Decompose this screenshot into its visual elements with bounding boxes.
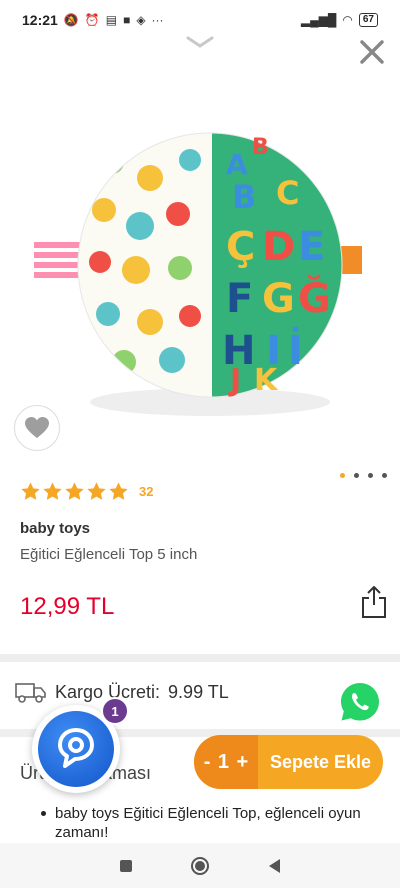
recent-apps-button[interactable] [119, 859, 132, 872]
wifi-icon: ◠ [342, 13, 353, 27]
svg-text:Ğ: Ğ [298, 274, 331, 322]
pager-dot[interactable] [382, 473, 387, 478]
quantity-stepper: - 1 + [194, 735, 258, 789]
rating[interactable]: 32 [20, 481, 153, 502]
svg-text:C: C [276, 174, 299, 212]
pager-dot[interactable] [354, 473, 359, 478]
chat-badge: 1 [101, 697, 129, 725]
status-time: 12:21 [22, 12, 58, 28]
home-button[interactable] [191, 856, 210, 875]
truck-icon [15, 683, 46, 703]
battery-icon: 67 [358, 13, 378, 27]
news-icon: ▤ [105, 13, 118, 27]
star-icon [87, 482, 106, 500]
close-icon[interactable] [356, 36, 388, 68]
chevron-down-icon[interactable] [185, 34, 215, 50]
star-icon [109, 482, 128, 500]
more-icon: ··· [151, 13, 164, 27]
home-icon [195, 860, 206, 871]
pager-dot[interactable] [368, 473, 373, 478]
star-icon [43, 482, 62, 500]
svg-text:İ: İ [288, 326, 303, 374]
shipping-value: 9.99 TL [168, 681, 229, 702]
svg-text:B: B [252, 135, 269, 160]
description-list: baby toys Eğitici Eğlenceli Top, eğlence… [41, 804, 375, 842]
svg-text:B: B [232, 178, 256, 216]
pager-dot[interactable] [340, 473, 345, 478]
rating-count[interactable]: 32 [139, 484, 153, 499]
svg-text:J: J [228, 363, 241, 398]
decrease-button[interactable]: - [204, 751, 211, 774]
increase-button[interactable]: + [237, 751, 249, 774]
svg-text:G: G [262, 276, 295, 322]
product-price: 12,99 TL [20, 593, 115, 620]
description-item: baby toys Eğitici Eğlenceli Top, eğlence… [41, 804, 375, 842]
alarm-icon: ⏰ [84, 13, 100, 27]
back-button[interactable] [269, 858, 281, 873]
svg-text:Ç: Ç [226, 224, 255, 270]
heart-icon [25, 417, 49, 438]
product-brand[interactable]: baby toys [20, 520, 90, 537]
section-divider [0, 654, 400, 662]
system-nav-bar [0, 843, 400, 888]
cart-bar: - 1 + Sepete Ekle [194, 735, 383, 789]
drop-icon: ◈ [136, 13, 146, 27]
star-icon [21, 482, 40, 500]
svg-text:A: A [226, 148, 248, 181]
svg-text:E: E [298, 224, 325, 270]
chat-assistant-icon [38, 711, 114, 787]
svg-text:F: F [226, 276, 253, 322]
app-icon: ■ [123, 13, 131, 27]
mute-icon: 🔕 [63, 13, 79, 27]
svg-text:D: D [262, 224, 295, 270]
whatsapp-icon[interactable] [338, 680, 382, 724]
share-icon[interactable] [360, 585, 388, 619]
product-image[interactable]: A B B C Ç D E F G Ğ H I İ J K [0, 90, 400, 462]
image-pager[interactable] [340, 473, 387, 478]
product-name: Eğitici Eğlenceli Top 5 inch [20, 546, 198, 563]
star-icon [65, 482, 84, 500]
svg-text:K: K [254, 363, 279, 398]
status-left: 12:21 🔕 ⏰ ▤ ■ ◈ ··· [22, 12, 164, 28]
favorite-button[interactable] [14, 405, 60, 451]
status-right: ▂▄▆█ ◠ 67 [301, 13, 378, 27]
signal-icon: ▂▄▆█ [300, 13, 337, 27]
add-to-cart-button[interactable]: Sepete Ekle [258, 752, 383, 773]
quantity-value: 1 [217, 750, 230, 773]
stars [20, 481, 129, 502]
